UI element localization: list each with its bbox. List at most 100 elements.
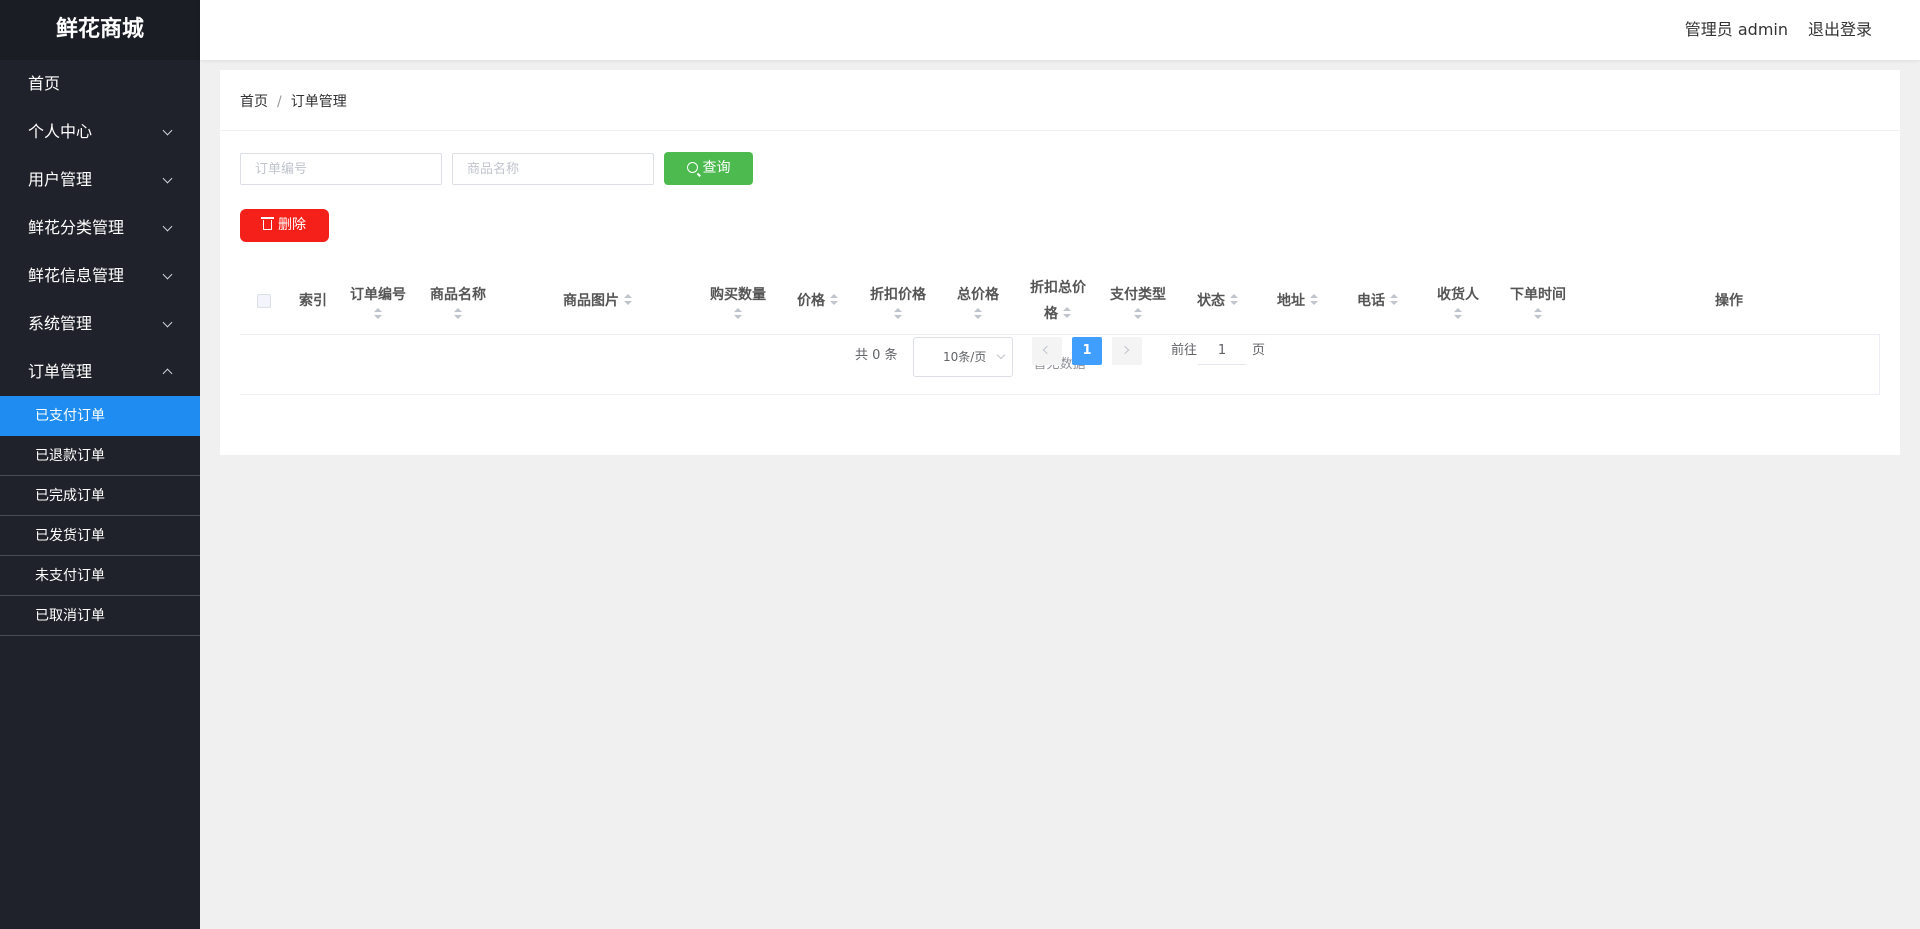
sort-icon[interactable]	[453, 307, 463, 320]
admin-username: 管理员 admin	[1684, 20, 1788, 39]
column-status[interactable]: 状态	[1178, 266, 1258, 335]
sort-icon[interactable]	[1309, 293, 1319, 306]
submenu-item-unpaid-orders[interactable]: 未支付订单	[0, 556, 200, 596]
sort-icon[interactable]	[1389, 293, 1399, 306]
sidebar-item-label: 鲜花分类管理	[28, 218, 125, 237]
column-label: 支付类型	[1110, 286, 1166, 303]
trash-icon	[261, 217, 274, 230]
chevron-left-icon	[1042, 345, 1052, 355]
column-order-number[interactable]: 订单编号	[338, 266, 418, 335]
chevron-down-icon	[162, 252, 174, 300]
column-receiver[interactable]: 收货人	[1418, 266, 1498, 335]
search-icon	[686, 162, 698, 173]
chevron-up-icon	[162, 348, 174, 396]
sidebar-item-flower-info[interactable]: 鲜花信息管理	[0, 252, 200, 300]
sidebar-item-label: 用户管理	[28, 170, 93, 189]
column-product-image[interactable]: 商品图片	[498, 266, 698, 335]
table-header: 索引 订单编号 商品名称 商品图片 购买数量 价格 折扣价格 总价格 折扣总价 …	[240, 266, 1880, 335]
submenu-item-paid-orders[interactable]: 已支付订单	[0, 396, 200, 436]
column-product-name[interactable]: 商品名称	[418, 266, 498, 335]
column-order-time[interactable]: 下单时间	[1498, 266, 1578, 335]
goto-prefix: 前往	[1171, 343, 1198, 358]
chevron-down-icon	[162, 300, 174, 348]
column-pay-type[interactable]: 支付类型	[1098, 266, 1178, 335]
submenu-item-completed-orders[interactable]: 已完成订单	[0, 476, 200, 516]
breadcrumb-separator: /	[277, 94, 282, 110]
sort-icon[interactable]	[733, 307, 743, 320]
sort-icon[interactable]	[1533, 307, 1543, 320]
sidebar-item-home[interactable]: 首页	[0, 60, 200, 108]
column-label: 折扣总价	[1030, 279, 1086, 296]
sort-icon[interactable]	[1453, 307, 1463, 320]
delete-button-label: 删除	[278, 217, 306, 233]
column-label: 价格	[797, 292, 825, 309]
main-card: 首页 / 订单管理 查询 删除 索引 订单编号 商品名称 商品图片	[220, 70, 1900, 455]
column-label: 折扣价格	[870, 286, 926, 303]
column-label: 商品图片	[563, 292, 619, 309]
order-number-input[interactable]	[240, 153, 442, 185]
submenu-item-shipped-orders[interactable]: 已发货订单	[0, 516, 200, 556]
sort-icon[interactable]	[973, 307, 983, 320]
sort-icon[interactable]	[1133, 307, 1143, 320]
page-size-select[interactable]: 10条/页	[913, 337, 1013, 377]
chevron-down-icon	[162, 108, 174, 156]
sidebar-item-orders[interactable]: 订单管理	[0, 348, 200, 396]
column-discount-price[interactable]: 折扣价格	[858, 266, 938, 335]
column-label: 索引	[299, 292, 327, 309]
delete-button[interactable]: 删除	[240, 209, 329, 242]
column-quantity[interactable]: 购买数量	[698, 266, 778, 335]
product-name-input[interactable]	[452, 153, 654, 185]
sort-icon[interactable]	[829, 293, 839, 306]
sort-icon[interactable]	[1062, 306, 1072, 319]
divider	[220, 130, 1900, 131]
page-number-1[interactable]: 1	[1072, 337, 1102, 365]
column-discount-total[interactable]: 折扣总价 格	[1018, 266, 1098, 335]
orders-table: 索引 订单编号 商品名称 商品图片 购买数量 价格 折扣价格 总价格 折扣总价 …	[240, 266, 1880, 396]
column-label: 操作	[1715, 292, 1743, 309]
column-label: 下单时间	[1510, 286, 1566, 303]
select-all-checkbox[interactable]	[257, 293, 271, 308]
submenu-item-cancelled-orders[interactable]: 已取消订单	[0, 596, 200, 636]
sidebar-item-system[interactable]: 系统管理	[0, 300, 200, 348]
next-page-button[interactable]	[1112, 337, 1142, 365]
column-address[interactable]: 地址	[1258, 266, 1338, 335]
sidebar-item-user-management[interactable]: 用户管理	[0, 156, 200, 204]
column-label: 购买数量	[710, 286, 766, 303]
page-size-value: 10条/页	[943, 350, 987, 364]
top-header: 管理员 admin 退出登录	[200, 0, 1920, 60]
submenu-item-refunded-orders[interactable]: 已退款订单	[0, 436, 200, 476]
column-label: 商品名称	[430, 286, 486, 303]
sort-icon[interactable]	[1229, 293, 1239, 306]
chevron-right-icon	[1120, 345, 1130, 355]
breadcrumb-home[interactable]: 首页	[240, 94, 268, 110]
column-label: 地址	[1277, 292, 1305, 309]
column-price[interactable]: 价格	[778, 266, 858, 335]
column-operation: 操作	[1578, 266, 1880, 335]
prev-page-button[interactable]	[1032, 337, 1062, 365]
sidebar: 鲜花商城 首页 个人中心 用户管理 鲜花分类管理 鲜花信息管理 系统管理 订单管…	[0, 0, 200, 929]
brand-title: 鲜花商城	[0, 0, 200, 60]
sidebar-item-flower-category[interactable]: 鲜花分类管理	[0, 204, 200, 252]
column-label: 状态	[1197, 292, 1225, 309]
chevron-down-icon	[996, 350, 1006, 360]
column-total-price[interactable]: 总价格	[938, 266, 1018, 335]
select-all-cell	[240, 266, 288, 335]
column-phone[interactable]: 电话	[1338, 266, 1418, 335]
column-label: 收货人	[1437, 286, 1479, 303]
sort-icon[interactable]	[893, 307, 903, 320]
logout-link[interactable]: 退出登录	[1808, 0, 1872, 60]
goto-suffix: 页	[1252, 343, 1266, 358]
goto-page-input[interactable]	[1198, 337, 1246, 365]
query-button-label: 查询	[702, 160, 731, 176]
column-label: 电话	[1357, 292, 1385, 309]
breadcrumb-current: 订单管理	[290, 94, 347, 110]
column-index: 索引	[288, 266, 338, 335]
sort-icon[interactable]	[623, 293, 633, 306]
sidebar-item-label: 鲜花信息管理	[28, 266, 125, 285]
query-button[interactable]: 查询	[664, 152, 753, 185]
column-label: 总价格	[957, 286, 999, 303]
sidebar-item-personal-center[interactable]: 个人中心	[0, 108, 200, 156]
sidebar-item-label: 系统管理	[28, 314, 93, 333]
pagination-total: 共 0 条	[855, 348, 898, 363]
sort-icon[interactable]	[373, 307, 383, 320]
